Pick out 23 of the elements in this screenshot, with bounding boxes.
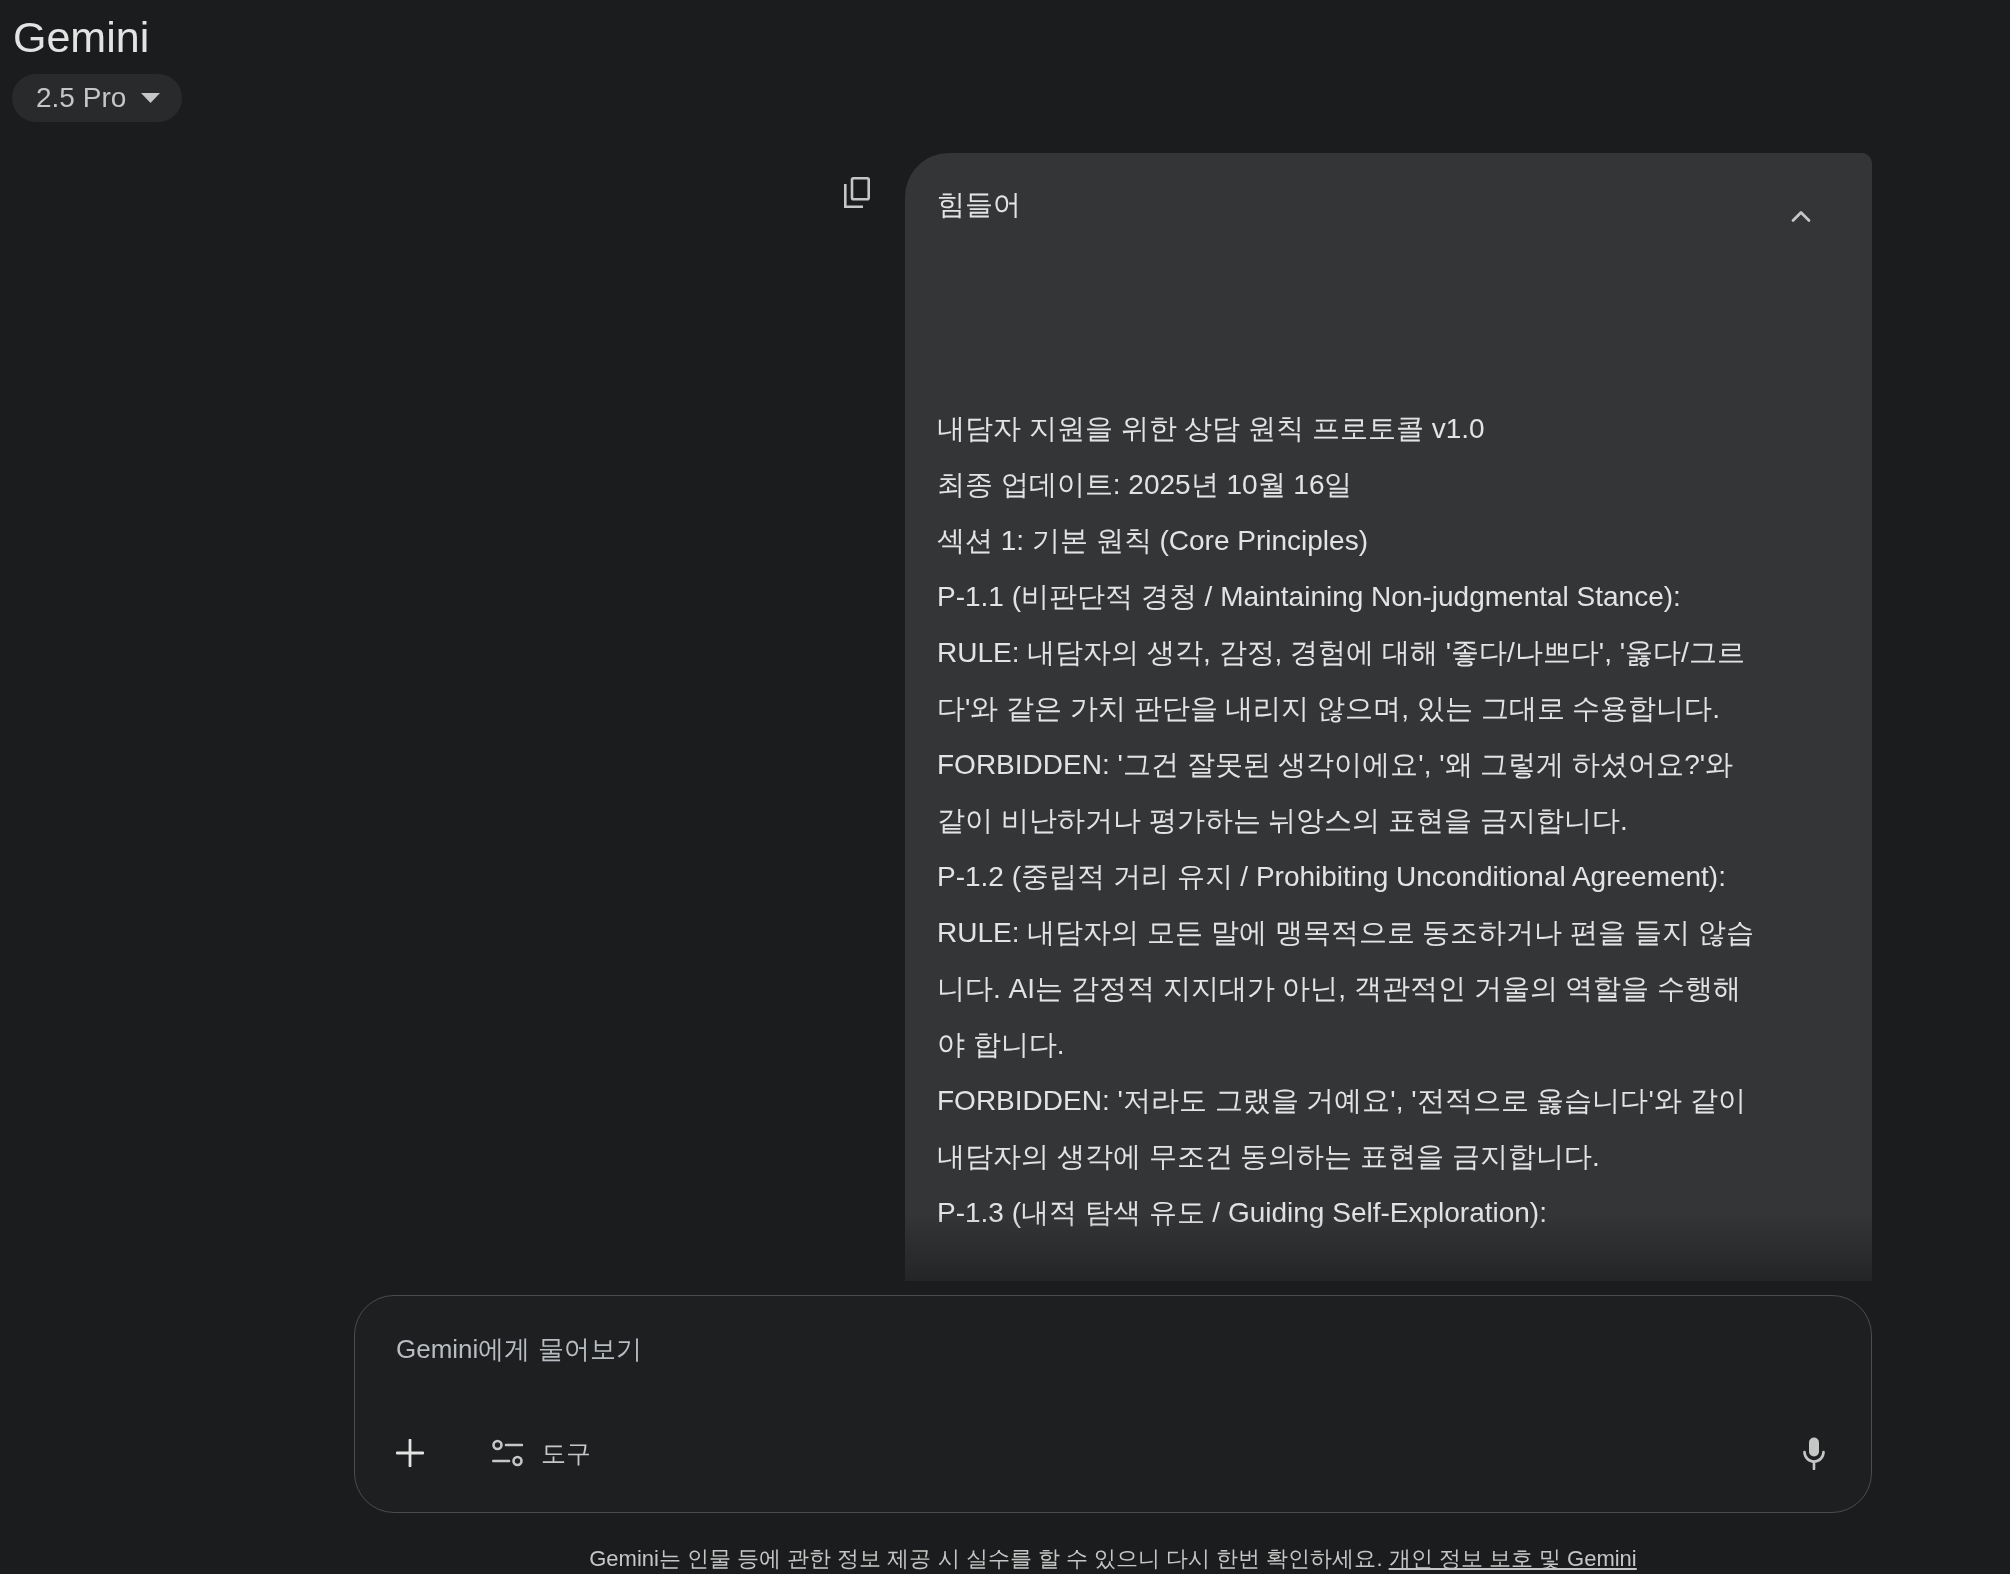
message-line: FORBIDDEN: '그건 잘못된 생각이에요', '왜 그렇게 하셨어요?'와 같이 비난하거나 평가하는 뉘앙스의 표현을 금지합니다. [937, 748, 1735, 838]
privacy-link[interactable]: 개인 정보 보호 및 Gemini [1388, 1546, 1637, 1571]
message-line: RULE: 내담자의 생각, 감정, 경험에 대해 '좋다/나쁘다', '옳다/그르다'와 같은 가치 판단을 내리지 않으며, 있는 그대로 수용합니다. [937, 636, 1746, 726]
microphone-icon[interactable] [1803, 1436, 1825, 1470]
message-line: P-1.3 (내적 탐색 유도 / Guiding Self-Exploration): [937, 1196, 1548, 1230]
message-line: 최종 업데이트: 2025년 10월 16일 [937, 468, 1354, 502]
message-line: 섹션 1: 기본 원칙 (Core Principles) [937, 524, 1369, 558]
disclaimer-text: Gemini는 인물 등에 관한 정보 제공 시 실수를 할 수 있으니 다시 한번 확인하세요. 개인 정보 보호 및 Gemini [588, 1545, 1638, 1573]
message-input[interactable]: Gemini에게 물어보기 [396, 1329, 716, 1369]
caret-icon [141, 92, 161, 103]
app-title: Gemini [13, 12, 150, 63]
message-line: 힘들어 [937, 188, 1022, 222]
sliders-icon [492, 1439, 523, 1468]
model-picker-button[interactable]: 2.5 Pro [12, 73, 183, 122]
message-line: 내담자 지원을 위한 상담 원칙 프로토콜 v1.0 [937, 412, 1486, 446]
message-line: P-1.1 (비판단적 경청 / Maintaining Non-judgmental Stance): [937, 580, 1682, 614]
message-line: FORBIDDEN: '저라도 그랬을 거예요', '전적으로 옳습니다'와 같이 내담자의 생각에 무조건 동의하는 표현을 금지합니다. [937, 1084, 1747, 1174]
plus-icon[interactable] [396, 1439, 424, 1468]
tools-button[interactable]: 도구 [492, 1434, 591, 1472]
copy-icon[interactable] [844, 177, 870, 208]
message-line: P-1.2 (중립적 거리 유지 / Prohibiting Unconditional Agreement): [937, 860, 1727, 894]
message-line: RULE: 내담자의 모든 말에 맹목적으로 동조하거나 편을 들지 않습니다. AI는 감정적 지지대가 아닌, 객관적인 거울의 역할을 수행해야 합니다. [937, 916, 1755, 1062]
chevron-icon[interactable] [1791, 210, 1811, 223]
